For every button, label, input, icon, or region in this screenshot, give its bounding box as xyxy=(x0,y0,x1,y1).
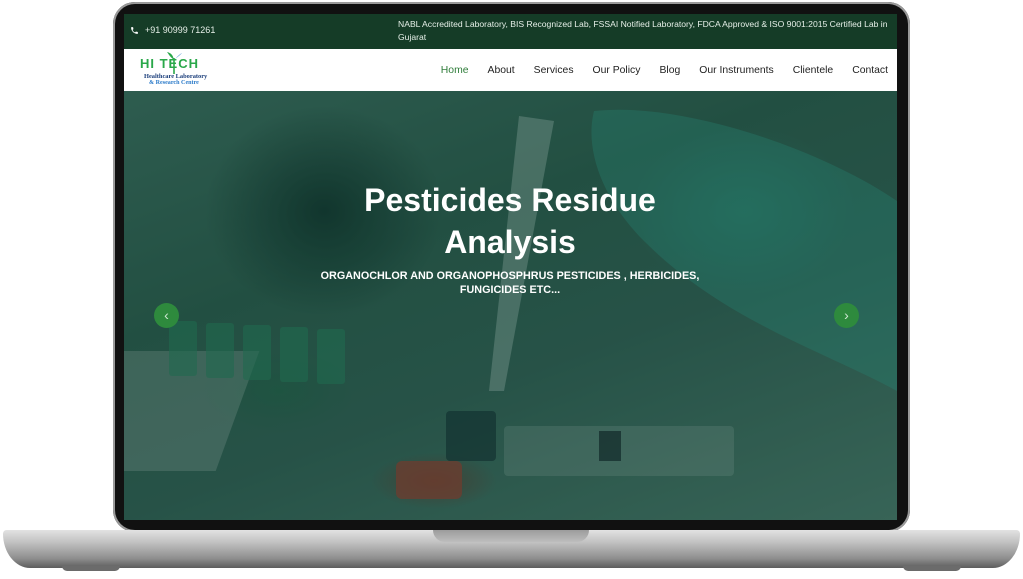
logo-wordmark: HI TECH xyxy=(140,56,199,71)
top-info-bar: +91 90999 71261 NABL Accredited Laborato… xyxy=(124,14,897,49)
laptop-notch xyxy=(433,530,589,542)
laptop-screen: +91 90999 71261 NABL Accredited Laborato… xyxy=(124,14,897,520)
logo-line-2: Healthcare Laboratory xyxy=(144,73,208,80)
hero-subtitle: ORGANOCHLOR AND ORGANOPHOSPHRUS PESTICID… xyxy=(320,270,700,296)
hero-overlay xyxy=(124,91,897,520)
laptop-foot-left xyxy=(62,566,120,571)
phone-contact[interactable]: +91 90999 71261 xyxy=(130,25,215,35)
nav-item-home[interactable]: Home xyxy=(441,65,469,76)
nav-item-about[interactable]: About xyxy=(488,65,515,76)
main-navbar: HI TECH Healthcare Laboratory & Research… xyxy=(124,49,897,91)
nav-item-services[interactable]: Services xyxy=(534,65,574,76)
hero-title: Pesticides Residue Analysis xyxy=(364,182,656,260)
slider-next-button[interactable]: › xyxy=(834,303,859,328)
chevron-right-icon: › xyxy=(844,307,849,323)
nav-item-contact[interactable]: Contact xyxy=(852,65,888,76)
hero-slider: Pesticides Residue Analysis ORGANOCHLOR … xyxy=(124,91,897,520)
site-logo[interactable]: HI TECH Healthcare Laboratory & Research… xyxy=(140,52,230,88)
nav-menu: Home About Services Our Policy Blog Our … xyxy=(441,49,888,91)
nav-item-our-policy[interactable]: Our Policy xyxy=(593,65,641,76)
logo-line-3: & Research Centre xyxy=(149,80,199,86)
chevron-left-icon: ‹ xyxy=(164,307,169,323)
nav-item-our-instruments[interactable]: Our Instruments xyxy=(699,65,774,76)
laptop-foot-right xyxy=(903,566,961,571)
slider-prev-button[interactable]: ‹ xyxy=(154,303,179,328)
phone-number[interactable]: +91 90999 71261 xyxy=(145,25,215,35)
certification-text: NABL Accredited Laboratory, BIS Recogniz… xyxy=(398,19,888,42)
nav-item-clientele[interactable]: Clientele xyxy=(793,65,833,76)
nav-item-blog[interactable]: Blog xyxy=(659,65,680,76)
phone-icon xyxy=(131,26,138,34)
